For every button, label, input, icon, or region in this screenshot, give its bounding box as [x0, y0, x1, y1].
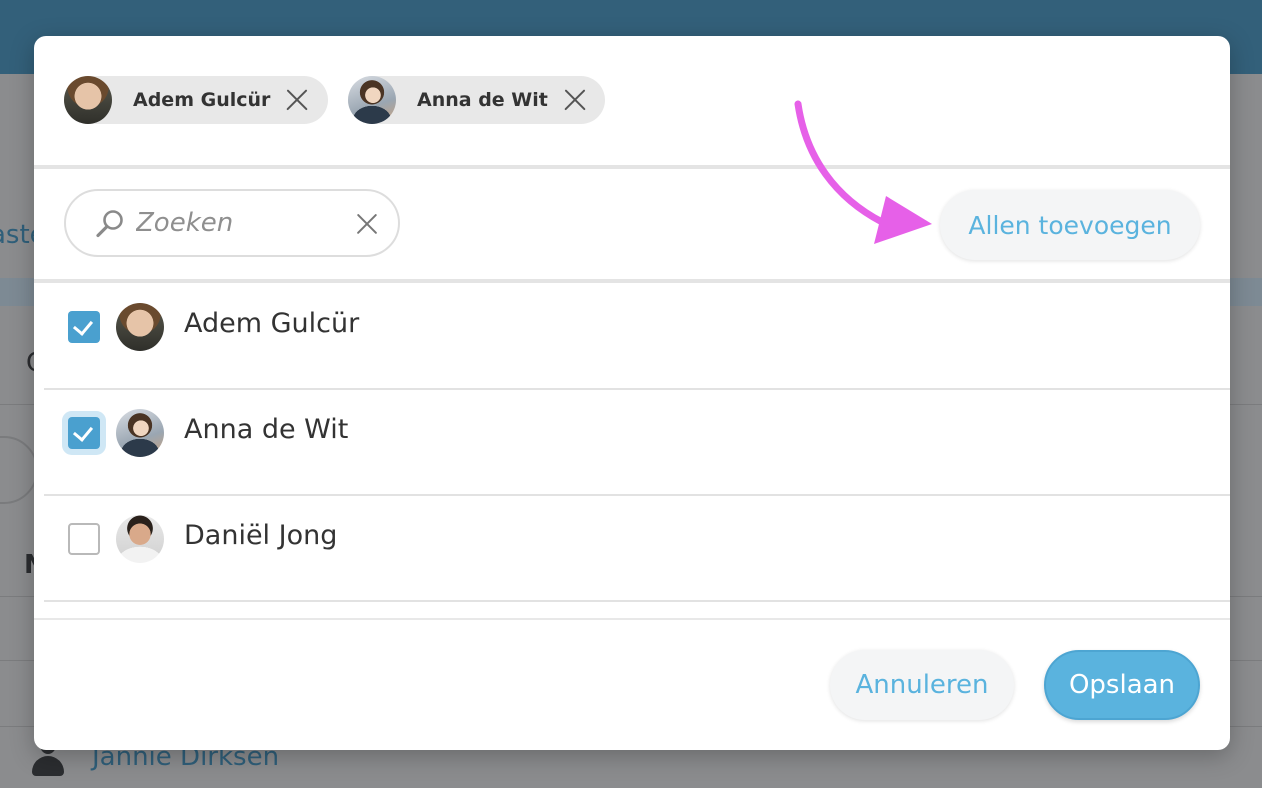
close-icon: [562, 87, 588, 113]
avatar: [116, 515, 164, 563]
person-name: Anna de Wit: [184, 414, 349, 445]
curved-arrow-icon: [794, 100, 932, 244]
search-icon: [96, 210, 123, 238]
avatar: [116, 303, 164, 351]
footer-divider: [34, 618, 1230, 620]
selected-chip: Adem Gulcür: [64, 76, 328, 124]
avatar: [64, 76, 112, 124]
list-item[interactable]: Anna de Wit: [44, 390, 1230, 496]
cancel-button[interactable]: Annuleren: [830, 650, 1014, 720]
avatar: [116, 409, 164, 457]
checkmark-icon: [72, 421, 94, 442]
checkmark-icon: [72, 315, 94, 336]
divider: [34, 165, 1230, 169]
close-icon: [354, 211, 380, 237]
remove-chip-button[interactable]: [562, 87, 588, 113]
chip-name: Anna de Wit: [417, 89, 548, 111]
add-all-button[interactable]: Allen toevoegen: [940, 190, 1200, 260]
clear-search-button[interactable]: [354, 211, 380, 237]
remove-chip-button[interactable]: [284, 87, 310, 113]
checkbox[interactable]: [68, 523, 100, 555]
list-item[interactable]: Adem Gulcür: [44, 284, 1230, 390]
avatar: [348, 76, 396, 124]
search-field[interactable]: [64, 189, 400, 257]
checkbox[interactable]: [68, 311, 100, 343]
search-input[interactable]: [136, 205, 346, 241]
list-item[interactable]: Daniël Jong: [44, 496, 1230, 602]
checkbox[interactable]: [68, 417, 100, 449]
person-name: Adem Gulcür: [184, 308, 360, 339]
divider: [34, 279, 1230, 283]
selected-chip: Anna de Wit: [348, 76, 605, 124]
save-button[interactable]: Opslaan: [1044, 650, 1200, 720]
person-name: Daniël Jong: [184, 520, 338, 551]
close-icon: [284, 87, 310, 113]
people-list: Adem Gulcür Anna de Wit Daniël Jong: [44, 284, 1230, 620]
selected-people-chips: Adem Gulcür Anna de Wit: [34, 36, 1230, 166]
chip-name: Adem Gulcür: [133, 89, 271, 111]
select-people-dialog: Adem Gulcür Anna de Wit Allen toevoegen: [34, 36, 1230, 750]
